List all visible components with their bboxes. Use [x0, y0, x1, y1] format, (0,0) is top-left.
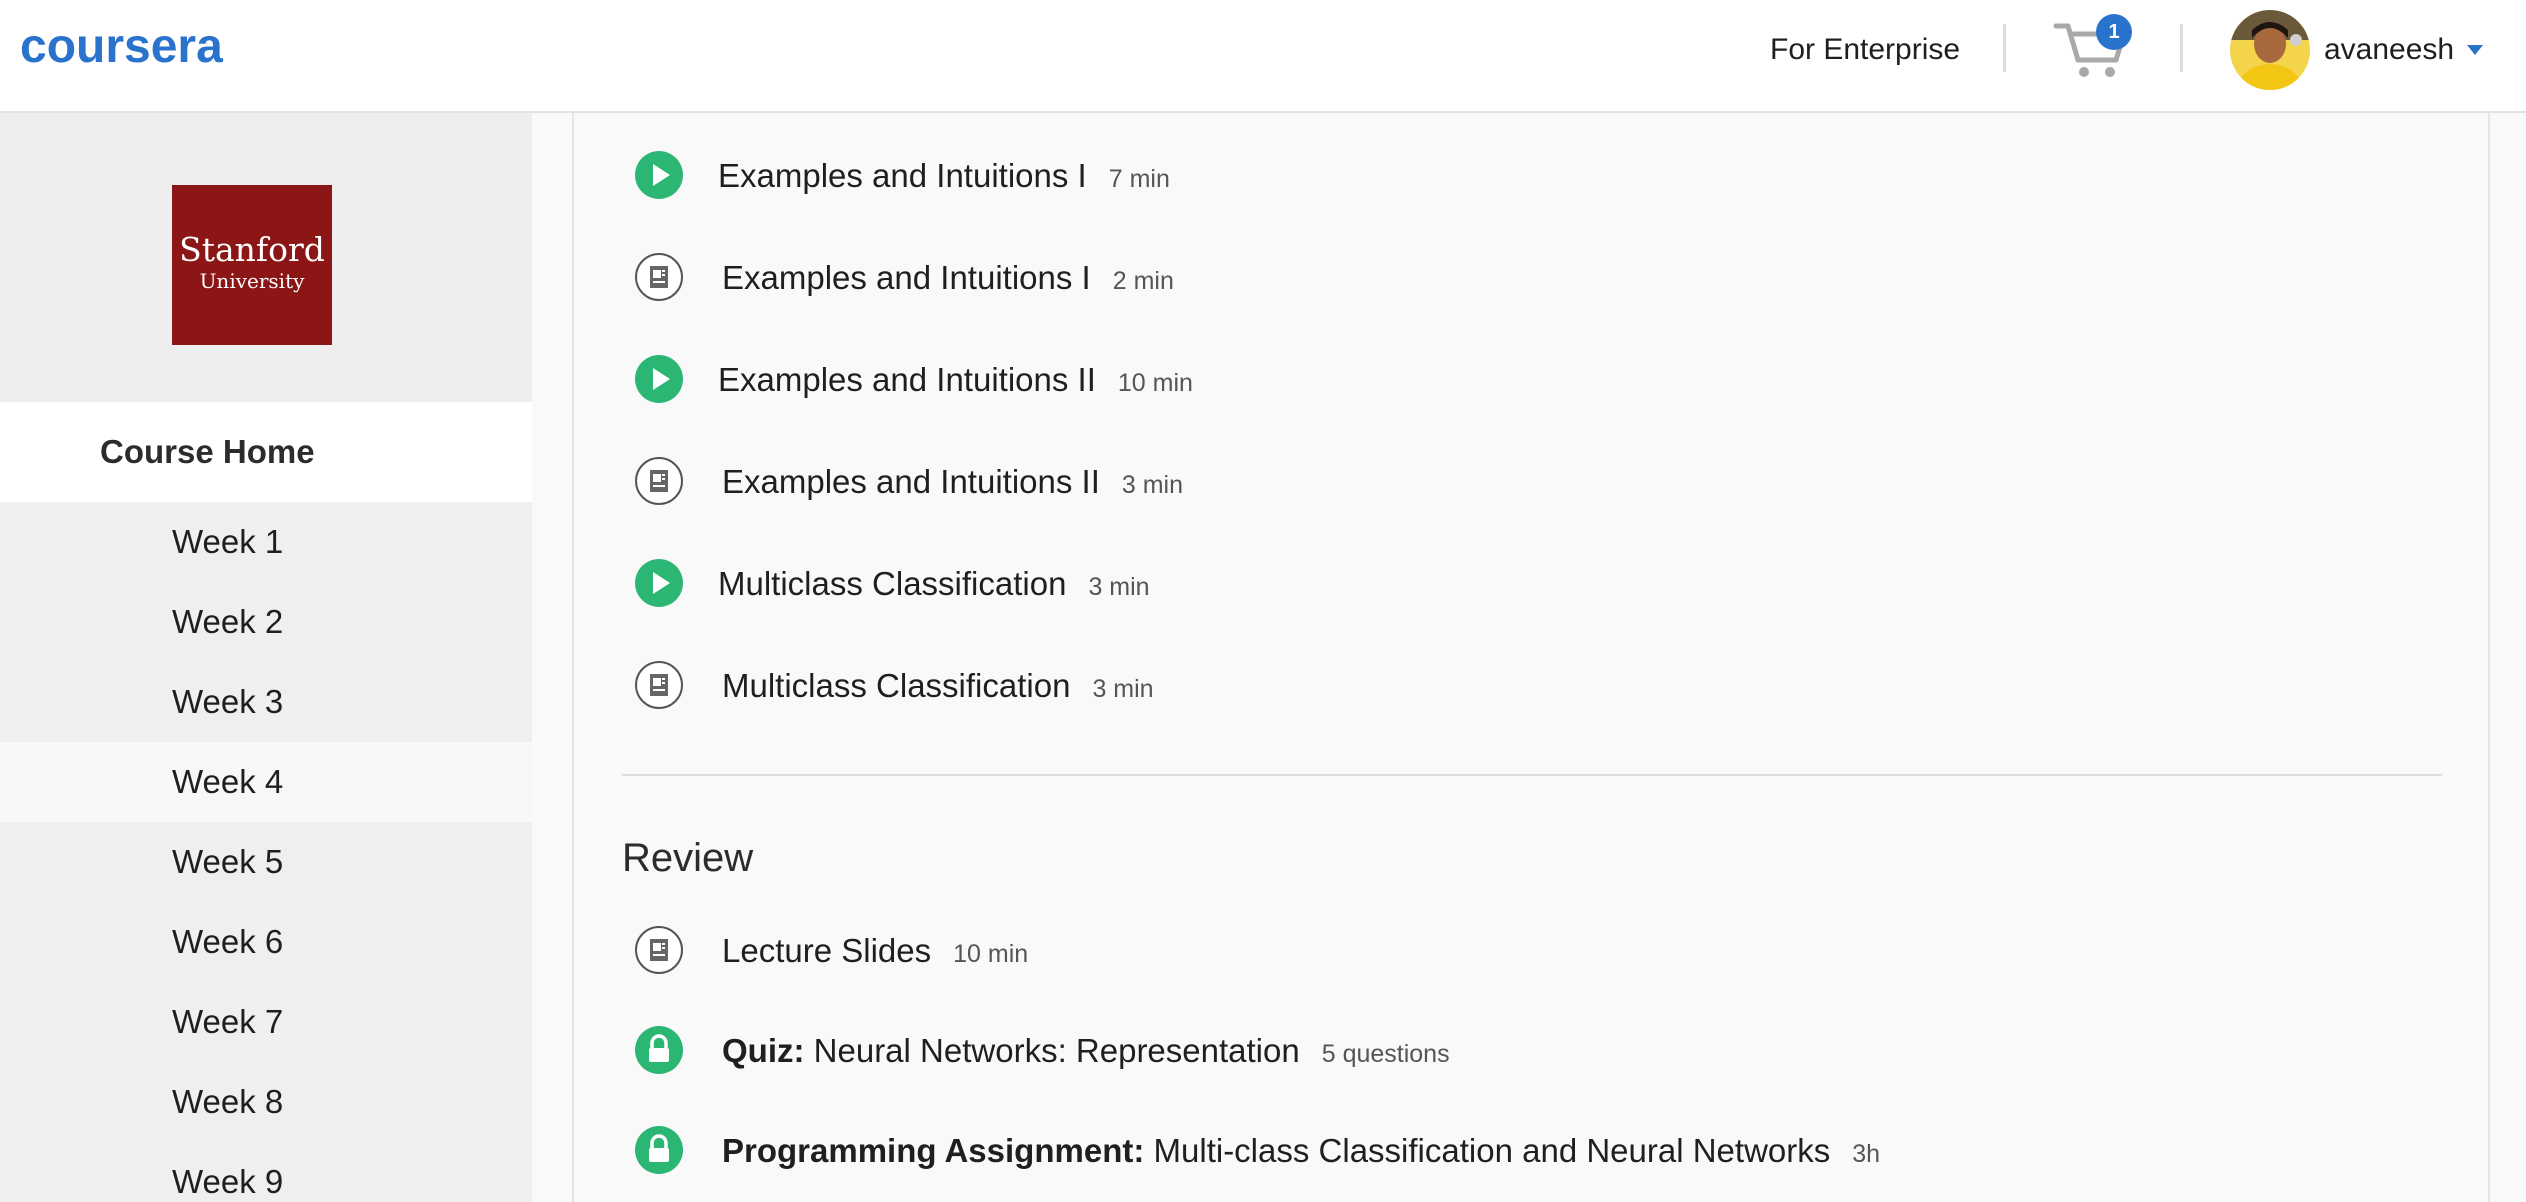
review-heading: Review	[622, 836, 754, 880]
reading-icon	[635, 661, 683, 709]
lock-icon	[635, 1126, 683, 1174]
header-divider	[2003, 24, 2006, 72]
item-prefix: Quiz:	[722, 1032, 805, 1069]
review-item[interactable]: Lecture Slides 10 min	[634, 921, 2434, 981]
lesson-item[interactable]: Examples and Intuitions I 7 min	[634, 146, 2434, 206]
username[interactable]: avaneesh	[2324, 30, 2454, 70]
header-divider	[2180, 24, 2183, 72]
sidebar-item-course-home[interactable]: Course Home	[0, 402, 532, 502]
section-divider	[622, 774, 2442, 776]
stanford-logo[interactable]: Stanford University	[172, 185, 332, 345]
lesson-item[interactable]: Multiclass Classification 3 min	[634, 656, 2434, 716]
sidebar-item-week-2[interactable]: Week 2	[0, 582, 532, 662]
lesson-duration: 10 min	[1117, 369, 1193, 397]
lesson-title: Multiclass Classification	[722, 667, 1071, 704]
play-icon	[635, 355, 683, 403]
avatar[interactable]	[2230, 10, 2310, 90]
sidebar-item-week-4[interactable]: Week 4	[0, 742, 532, 822]
sidebar-item-label: Week 6	[172, 923, 284, 960]
reading-icon	[635, 253, 683, 301]
lesson-duration: 3 min	[1092, 675, 1154, 703]
review-item[interactable]: Quiz: Neural Networks: Representation 5 q…	[634, 1021, 2434, 1081]
course-sidebar: Stanford University Course Home Week 1 W…	[0, 113, 532, 1202]
sidebar-item-week-6[interactable]: Week 6	[0, 902, 532, 982]
lesson-title: Multiclass Classification	[718, 565, 1067, 602]
week-content: Examples and Intuitions I 7 min Examples …	[572, 113, 2490, 1202]
lock-icon	[635, 1026, 683, 1074]
lesson-duration: 7 min	[1108, 165, 1170, 193]
top-header: coursera For Enterprise 1 avaneesh	[0, 0, 2526, 113]
lesson-duration: 2 min	[1112, 267, 1174, 295]
chevron-down-icon[interactable]	[2466, 44, 2484, 56]
sidebar-item-week-9[interactable]: Week 9	[0, 1142, 532, 1202]
for-enterprise-link[interactable]: For Enterprise	[1770, 30, 1960, 70]
play-icon	[635, 559, 683, 607]
item-duration: 10 min	[953, 940, 1029, 968]
sidebar-item-label: Week 2	[172, 603, 284, 640]
item-title: Lecture Slides	[722, 932, 932, 969]
sidebar-item-label: Course Home	[100, 433, 315, 470]
sidebar-item-week-1[interactable]: Week 1	[0, 502, 532, 582]
lesson-item[interactable]: Examples and Intuitions I 2 min	[634, 248, 2434, 308]
play-icon	[635, 151, 683, 199]
sidebar-item-label: Week 7	[172, 1003, 284, 1040]
sidebar-item-label: Week 4	[172, 763, 284, 800]
lesson-title: Examples and Intuitions I	[718, 157, 1087, 194]
sidebar-item-label: Week 3	[172, 683, 284, 720]
cart-count-badge: 1	[2096, 14, 2132, 50]
reading-icon	[635, 457, 683, 505]
lesson-item[interactable]: Multiclass Classification 3 min	[634, 554, 2434, 614]
item-title: Multi-class Classification and Neural Ne…	[1153, 1132, 1831, 1169]
item-title: Neural Networks: Representation	[813, 1032, 1300, 1069]
svg-text:coursera: coursera	[20, 22, 223, 72]
sidebar-item-week-3[interactable]: Week 3	[0, 662, 532, 742]
sidebar-item-week-7[interactable]: Week 7	[0, 982, 532, 1062]
lesson-title: Examples and Intuitions II	[722, 463, 1100, 500]
lesson-title: Examples and Intuitions II	[718, 361, 1096, 398]
sidebar-item-week-8[interactable]: Week 8	[0, 1062, 532, 1142]
university-panel: Stanford University	[0, 113, 532, 402]
sidebar-item-label: Week 1	[172, 523, 284, 560]
lesson-duration: 3 min	[1088, 573, 1150, 601]
item-prefix: Programming Assignment:	[722, 1132, 1145, 1169]
coursera-logo[interactable]: coursera	[20, 22, 280, 72]
lesson-item[interactable]: Examples and Intuitions II 10 min	[634, 350, 2434, 410]
reading-icon	[635, 926, 683, 974]
review-item[interactable]: Programming Assignment: Multi-class Clas…	[634, 1121, 2434, 1181]
lesson-duration: 3 min	[1121, 471, 1184, 499]
item-duration: 3h	[1852, 1140, 1881, 1168]
lesson-title: Examples and Intuitions I	[722, 259, 1091, 296]
item-duration: 5 questions	[1321, 1040, 1450, 1068]
sidebar-item-label: Week 9	[172, 1163, 284, 1200]
lesson-item[interactable]: Examples and Intuitions II 3 min	[634, 452, 2434, 512]
sidebar-item-week-5[interactable]: Week 5	[0, 822, 532, 902]
sidebar-item-label: Week 8	[172, 1083, 284, 1120]
avatar-image	[2230, 10, 2310, 90]
sidebar-item-label: Week 5	[172, 843, 284, 880]
